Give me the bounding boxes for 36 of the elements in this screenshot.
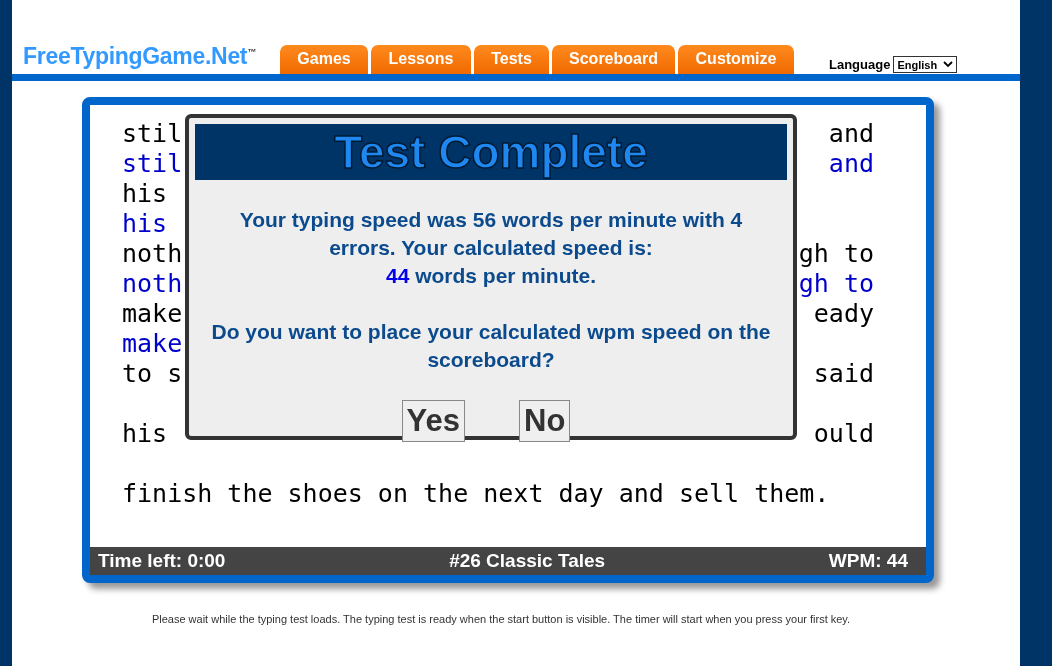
language-label: Language	[829, 57, 891, 72]
text-line: and	[828, 119, 874, 149]
language-select[interactable]: English	[893, 56, 958, 73]
wpm-reading: WPM: 44	[828, 550, 908, 572]
text-line: noth	[122, 239, 183, 269]
nav-tab[interactable]: Tests	[474, 45, 549, 74]
site-logo[interactable]: FreeTypingGame.Net$^{™}$	[23, 43, 269, 70]
text-line: his	[122, 179, 168, 209]
loading-note: Please wait while the typing test loads. The typing test is ready when the start button is visible. The timer will start when you press your first key.	[150, 613, 852, 625]
text-line: his	[122, 419, 168, 449]
text-line: gh to	[798, 269, 874, 299]
text-line: stil	[122, 119, 183, 149]
nav-tab[interactable]: Lessons	[371, 45, 471, 74]
text-line: noth	[122, 269, 183, 299]
nav-tab[interactable]: Games	[280, 45, 368, 74]
text-line: eady	[813, 299, 874, 329]
text-line: make	[122, 299, 183, 329]
time-left: Time left: 0:00	[98, 550, 226, 572]
nav-tab[interactable]: Scoreboard	[552, 45, 675, 74]
scoreboard-question: Do you want to place your calculated wpm speed on the scoreboard?	[210, 319, 772, 373]
text-line: stil	[122, 149, 183, 179]
text-line: his	[122, 209, 168, 239]
text-line: and	[828, 149, 874, 179]
result-message: Your typing speed was 56 words per minute with 4 errors. Your calculated speed is: 44 words per minute.	[238, 207, 744, 289]
answer-button[interactable]: No	[519, 400, 571, 442]
answer-button[interactable]: Yes	[401, 400, 466, 442]
text-line: make	[122, 329, 183, 359]
test-name: #26 Classic Tales	[449, 550, 606, 572]
text-line: gh to	[798, 239, 874, 269]
text-line: finish the shoes on the next day and sell them.	[122, 479, 830, 509]
nav-tab[interactable]: Customize	[678, 45, 794, 74]
dialog-title: Test Complete	[195, 124, 787, 180]
text-line: said	[813, 359, 874, 389]
text-line: to s	[122, 359, 183, 389]
dropdown-caret-icon	[943, 61, 954, 68]
text-line: ould	[813, 419, 874, 449]
